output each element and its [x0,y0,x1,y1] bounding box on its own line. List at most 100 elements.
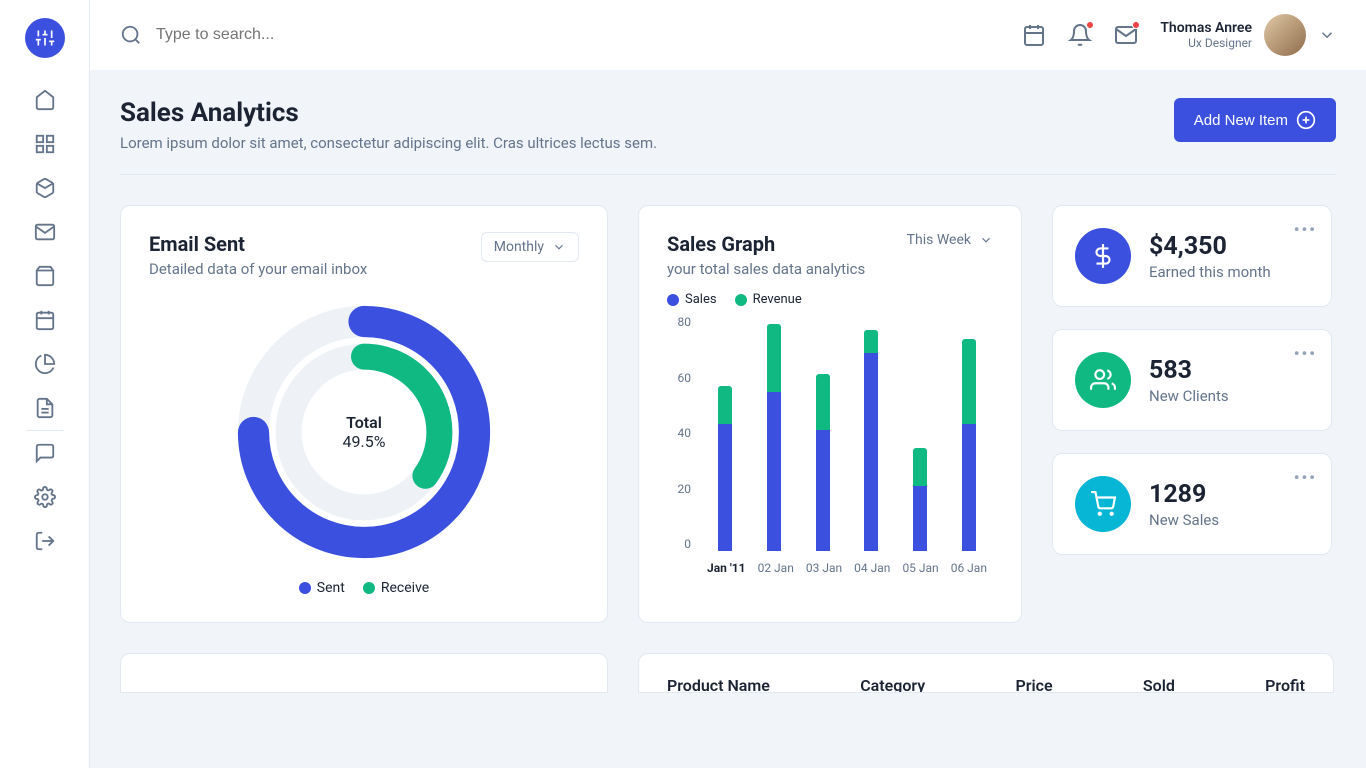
legend-dot-receive [363,582,375,594]
user-name: Thomas Anree [1160,20,1252,36]
x-tick: 03 Jan [806,561,842,575]
y-tick: 60 [667,371,691,385]
users-icon [1075,352,1131,408]
dollar-icon [1075,228,1131,284]
sales-card-subtitle: your total sales data analytics [667,260,865,278]
table-col-price: Price [1016,676,1053,693]
stat-earned-card: ••• $4,350 Earned this month [1052,205,1332,307]
bar-chart: 80 60 40 20 0 Jan '11 02 Jan 03 Jan 04 Jan 05 Ja… [667,315,993,575]
stats-column: ••• $4,350 Earned this month ••• 583 New… [1052,205,1332,623]
header: Thomas Anree Ux Designer [90,0,1366,70]
donut-center-label: Total [343,413,386,432]
stat-clients-value: 583 [1149,356,1229,385]
mail-icon[interactable] [33,220,57,244]
chat-icon[interactable] [33,441,57,465]
legend-revenue-label: Revenue [753,292,802,307]
x-tick: 06 Jan [951,561,987,575]
nav-secondary [33,441,57,553]
calendar-icon[interactable] [33,308,57,332]
more-icon[interactable]: ••• [1294,220,1317,239]
donut-center-value: 49.5% [343,432,386,451]
user-role: Ux Designer [1160,36,1252,50]
nav-divider [27,430,63,431]
message-dot [1132,21,1140,29]
bell-icon[interactable] [1068,23,1092,47]
search-input[interactable] [156,26,1002,44]
bar-column [718,386,732,551]
gear-icon[interactable] [33,485,57,509]
email-card-title: Email Sent [149,232,367,256]
x-tick: 02 Jan [758,561,794,575]
y-tick: 20 [667,482,691,496]
table-col-profit: Profit [1265,676,1305,693]
y-tick: 40 [667,426,691,440]
nav-primary [33,88,57,420]
app-logo[interactable] [25,18,65,58]
bar-column [816,374,830,551]
stat-earned-value: $4,350 [1149,232,1271,261]
piechart-icon[interactable] [33,352,57,376]
legend-receive-label: Receive [381,580,429,596]
box-icon[interactable] [33,176,57,200]
plus-circle-icon [1296,110,1316,130]
avatar [1264,14,1306,56]
home-icon[interactable] [33,88,57,112]
logout-icon[interactable] [33,529,57,553]
notification-dot [1086,21,1094,29]
stat-sales-card: ••• 1289 New Sales [1052,453,1332,555]
stat-earned-label: Earned this month [1149,263,1271,281]
sidebar [0,0,90,768]
bar-column [767,324,781,551]
table-col-sold: Sold [1143,676,1175,693]
add-new-item-button[interactable]: Add New Item [1174,98,1336,142]
bag-icon[interactable] [33,264,57,288]
legend-sent-label: Sent [317,580,345,596]
add-button-label: Add New Item [1194,112,1288,129]
page-subtitle: Lorem ipsum dolor sit amet, consectetur … [120,134,657,152]
header-calendar-icon[interactable] [1022,23,1046,47]
more-icon[interactable]: ••• [1294,344,1317,363]
x-tick: 05 Jan [902,561,938,575]
user-menu[interactable]: Thomas Anree Ux Designer [1160,14,1336,56]
header-icons: Thomas Anree Ux Designer [1022,14,1336,56]
legend-dot-sent [299,582,311,594]
stat-clients-label: New Clients [1149,387,1229,405]
cart-icon [1075,476,1131,532]
chevron-down-icon [1318,26,1336,44]
grid-icon[interactable] [33,132,57,156]
sales-period-select[interactable]: This Week [907,232,993,248]
legend-sales-label: Sales [685,292,717,307]
email-period-label: Monthly [494,239,544,255]
stat-sales-label: New Sales [1149,511,1219,529]
y-tick: 80 [667,315,691,329]
y-tick: 0 [667,537,691,551]
email-donut-chart: Total 49.5% [234,302,494,562]
file-icon[interactable] [33,396,57,420]
product-table-card: Product Name Category Price Sold Profit [638,653,1334,693]
table-heading: Product Name [667,676,770,693]
partial-card-left [120,653,608,693]
legend-dot-revenue [735,294,747,306]
stat-sales-value: 1289 [1149,480,1219,509]
page-header: Sales Analytics Lorem ipsum dolor sit am… [120,98,1336,175]
email-period-select[interactable]: Monthly [481,232,579,262]
bar-column [913,448,927,551]
sales-card-title: Sales Graph [667,232,865,256]
x-tick: Jan '11 [707,561,746,575]
page-title: Sales Analytics [120,98,657,128]
email-legend: Sent Receive [299,580,429,596]
stat-clients-card: ••• 583 New Clients [1052,329,1332,431]
sales-legend: Sales Revenue [667,292,993,307]
more-icon[interactable]: ••• [1294,468,1317,487]
table-col-category: Category [860,676,925,693]
search-wrapper [120,24,1002,46]
x-tick: 04 Jan [854,561,890,575]
sales-graph-card: Sales Graph your total sales data analyt… [638,205,1022,623]
message-icon[interactable] [1114,23,1138,47]
email-sent-card: Email Sent Detailed data of your email i… [120,205,608,623]
bar-column [962,339,976,551]
bar-column [864,330,878,551]
sales-period-label: This Week [907,232,971,248]
email-card-subtitle: Detailed data of your email inbox [149,260,367,278]
legend-dot-sales [667,294,679,306]
